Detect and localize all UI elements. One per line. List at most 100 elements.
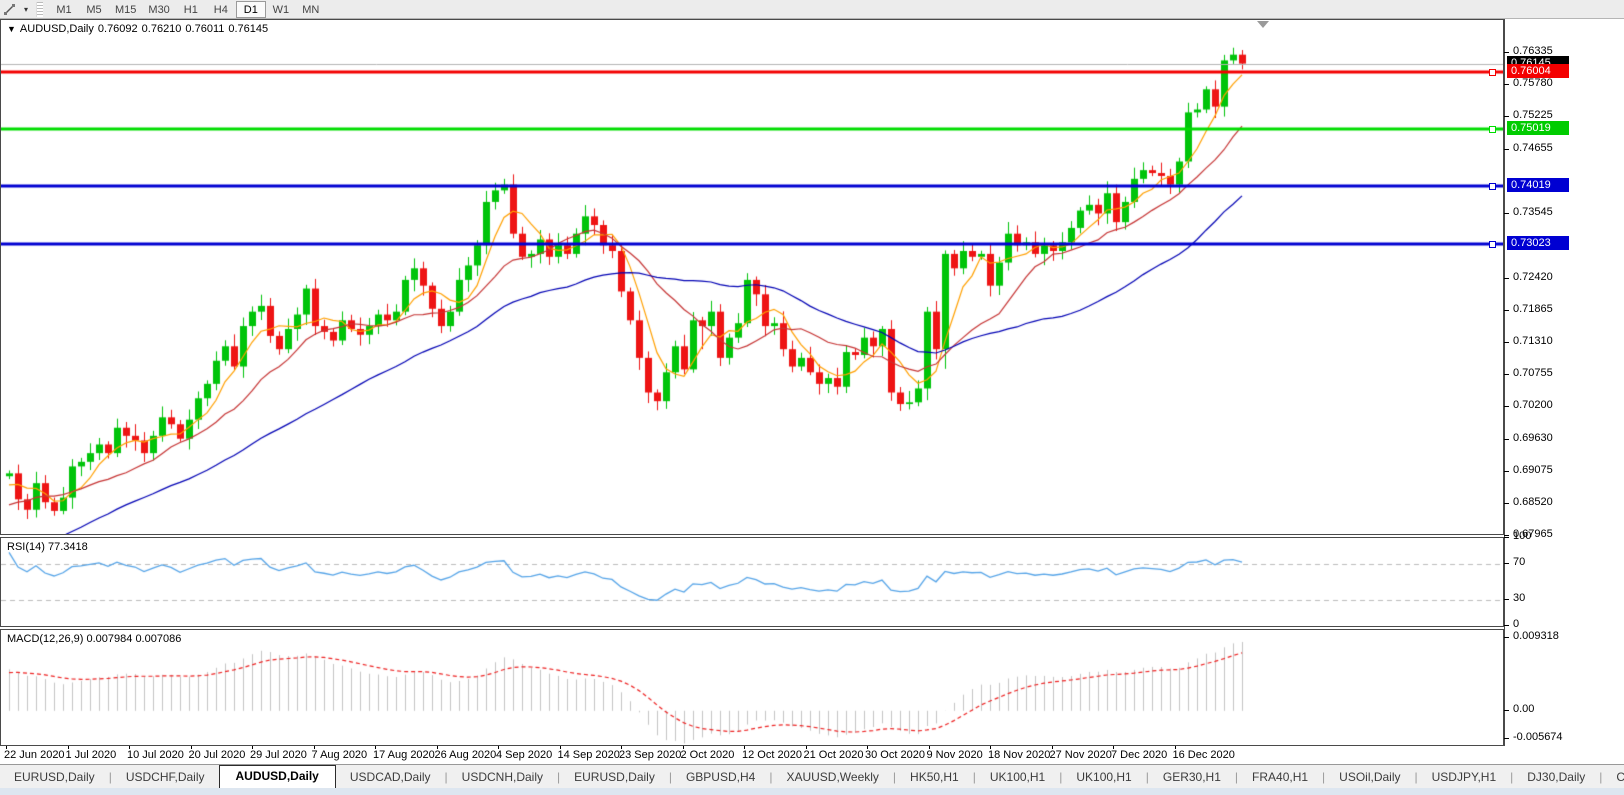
axis-tick-mark	[1504, 471, 1509, 472]
date-label: 30 Oct 2020	[865, 749, 925, 761]
price-tick-label: 0.68520	[1513, 496, 1553, 508]
tab-eurusd-daily[interactable]: EURUSD,Daily	[560, 767, 669, 788]
hline-endpoint-marker[interactable]	[1489, 183, 1496, 191]
candlestick-chart-canvas[interactable]	[1, 20, 1503, 534]
chart-shift-marker[interactable]	[1257, 21, 1269, 28]
hline-endpoint-marker[interactable]	[1489, 125, 1496, 133]
rsi-chart-canvas[interactable]	[1, 538, 1503, 626]
price-tick-label: 0.71865	[1513, 303, 1553, 315]
price-tick-label: 0.75780	[1513, 77, 1553, 89]
macd-axis-label: 0.009318	[1513, 630, 1559, 642]
axis-tick-mark	[1504, 439, 1509, 440]
price-tick-label: 0.70200	[1513, 399, 1553, 411]
tab-hk50-h1[interactable]: HK50,H1	[896, 767, 973, 788]
date-label: 29 Jul 2020	[250, 749, 307, 761]
date-label: 16 Dec 2020	[1172, 749, 1235, 761]
timeframe-button-D1[interactable]: D1	[235, 0, 266, 18]
axis-tick-mark	[1504, 52, 1509, 53]
date-label: 18 Nov 2020	[988, 749, 1051, 761]
price-axis: 0.76335 0.75780 0.75225 0.74655 0.73545 0.724…	[1504, 19, 1624, 746]
main-chart-pane: ▼ AUDUSD,Daily 0.76092 0.76210 0.76011 0.7614…	[0, 19, 1504, 535]
tab-ger30-h1[interactable]: GER30,H1	[1149, 767, 1235, 788]
axis-tick-mark	[1504, 637, 1509, 638]
rsi-axis-label: 70	[1513, 556, 1526, 568]
hline-endpoint-marker[interactable]	[1489, 68, 1496, 76]
ohlc-close: 0.76145	[228, 23, 269, 35]
tab-usdjpy-h1[interactable]: USDJPY,H1	[1418, 767, 1510, 788]
timeframe-button-M30[interactable]: M30	[142, 1, 175, 18]
rsi-axis-label: 0	[1513, 618, 1520, 630]
tab-gbpusd-h4[interactable]: GBPUSD,H4	[672, 767, 769, 788]
date-label: 22 Jun 2020	[4, 749, 65, 761]
axis-tick-mark	[1504, 149, 1509, 150]
price-tick-label: 0.72420	[1513, 271, 1553, 283]
chevron-down-icon[interactable]: ▾	[20, 5, 32, 14]
chart-symbol: AUDUSD,Daily	[19, 23, 94, 35]
tab-uk100-h1[interactable]: UK100,H1	[1062, 767, 1145, 788]
tab-usdcad-daily[interactable]: USDCAD,Daily	[336, 767, 445, 788]
rsi-indicator-pane: RSI(14) 77.3418	[0, 537, 1504, 627]
date-label: 12 Oct 2020	[742, 749, 802, 761]
hline-endpoint-marker[interactable]	[1489, 240, 1496, 248]
macd-axis-label: -0.005674	[1513, 731, 1563, 743]
date-label: 27 Nov 2020	[1049, 749, 1112, 761]
timeframe-button-H1[interactable]: H1	[176, 1, 206, 18]
date-label: 21 Oct 2020	[803, 749, 864, 761]
timeframe-button-H4[interactable]: H4	[206, 1, 236, 18]
status-strip	[0, 788, 1624, 795]
chart-title: ▼ AUDUSD,Daily 0.76092 0.76210 0.76011 0.7614…	[7, 23, 268, 35]
tab-usdcnh-daily[interactable]: USDCNH,Daily	[448, 767, 557, 788]
price-tick-label: 0.75225	[1513, 109, 1553, 121]
date-label: 10 Jul 2020	[127, 749, 184, 761]
date-label: 17 Aug 2020	[373, 749, 435, 761]
line-studies-icon[interactable]	[0, 1, 20, 18]
axis-tick-mark	[1504, 599, 1509, 600]
axis-tick-mark	[1504, 535, 1509, 536]
date-axis: 22 Jun 2020 1 Jul 2020 10 Jul 2020 20 Jul 2…	[0, 746, 1504, 764]
price-tick-label: 0.73545	[1513, 206, 1553, 218]
macd-label: MACD(12,26,9) 0.007984 0.007086	[7, 633, 182, 645]
price-tick-label: 0.71310	[1513, 335, 1553, 347]
date-label: 20 Jul 2020	[188, 749, 246, 761]
axis-tick-mark	[1504, 342, 1509, 343]
tab-usoil-daily[interactable]: USOil,Daily	[1325, 767, 1414, 788]
price-tick-label: 0.70755	[1513, 367, 1553, 379]
toolbar-grip[interactable]	[36, 1, 43, 17]
axis-tick-mark	[1504, 374, 1509, 375]
date-label: 4 Sep 2020	[496, 749, 553, 761]
timeframe-button-M5[interactable]: M5	[79, 1, 109, 18]
timeframe-button-W1[interactable]: W1	[266, 1, 296, 18]
tab-audusd-daily[interactable]: AUDUSD,Daily	[218, 765, 336, 788]
symbol-caret-icon[interactable]: ▼	[7, 24, 16, 34]
macd-chart-canvas[interactable]	[1, 630, 1503, 745]
axis-tick-mark	[1504, 563, 1509, 564]
timeframe-buttons: M1 M5 M15 M30 H1 H4 D1 W1 MN	[49, 0, 326, 18]
ohlc-low: 0.76011	[185, 23, 225, 35]
tab-dj30-daily[interactable]: DJ30,Daily	[1513, 767, 1599, 788]
axis-tick-mark	[1504, 406, 1509, 407]
date-label: 7 Dec 2020	[1111, 749, 1168, 761]
tab-usdchf-daily[interactable]: USDCHF,Daily	[112, 767, 219, 788]
price-badge: 0.76004	[1507, 64, 1569, 78]
tab-fra40-h1[interactable]: FRA40,H1	[1238, 767, 1322, 788]
tab-uk100-h1[interactable]: UK100,H1	[976, 767, 1059, 788]
timeframe-button-MN[interactable]: MN	[296, 1, 326, 18]
axis-tick-mark	[1504, 537, 1509, 538]
price-tick-label: 0.74655	[1513, 142, 1553, 154]
axis-tick-mark	[1504, 310, 1509, 311]
trading-platform-window: ▾ M1 M5 M15 M30 H1 H4 D1 W1 MN ▼ AUDUSD,Daily 0.76…	[0, 0, 1624, 795]
date-label: 26 Aug 2020	[434, 749, 497, 761]
price-tick-label: 0.69630	[1513, 432, 1553, 444]
date-label: 23 Sep 2020	[619, 749, 682, 761]
date-label: 14 Sep 2020	[557, 749, 620, 761]
rsi-axis-label: 30	[1513, 592, 1526, 604]
axis-tick-mark	[1504, 625, 1509, 626]
axis-tick-mark	[1504, 738, 1509, 739]
timeframe-button-M15[interactable]: M15	[109, 1, 142, 18]
rsi-axis-label: 100	[1513, 530, 1532, 542]
tab-xauusd-weekly[interactable]: XAUUSD,Weekly	[772, 767, 892, 788]
date-label: 2 Oct 2020	[680, 749, 735, 761]
tab-eurusd-daily[interactable]: EURUSD,Daily	[0, 767, 109, 788]
tab-china300-h1[interactable]: CHINA300,H1	[1602, 767, 1624, 788]
timeframe-button-M1[interactable]: M1	[49, 1, 79, 18]
